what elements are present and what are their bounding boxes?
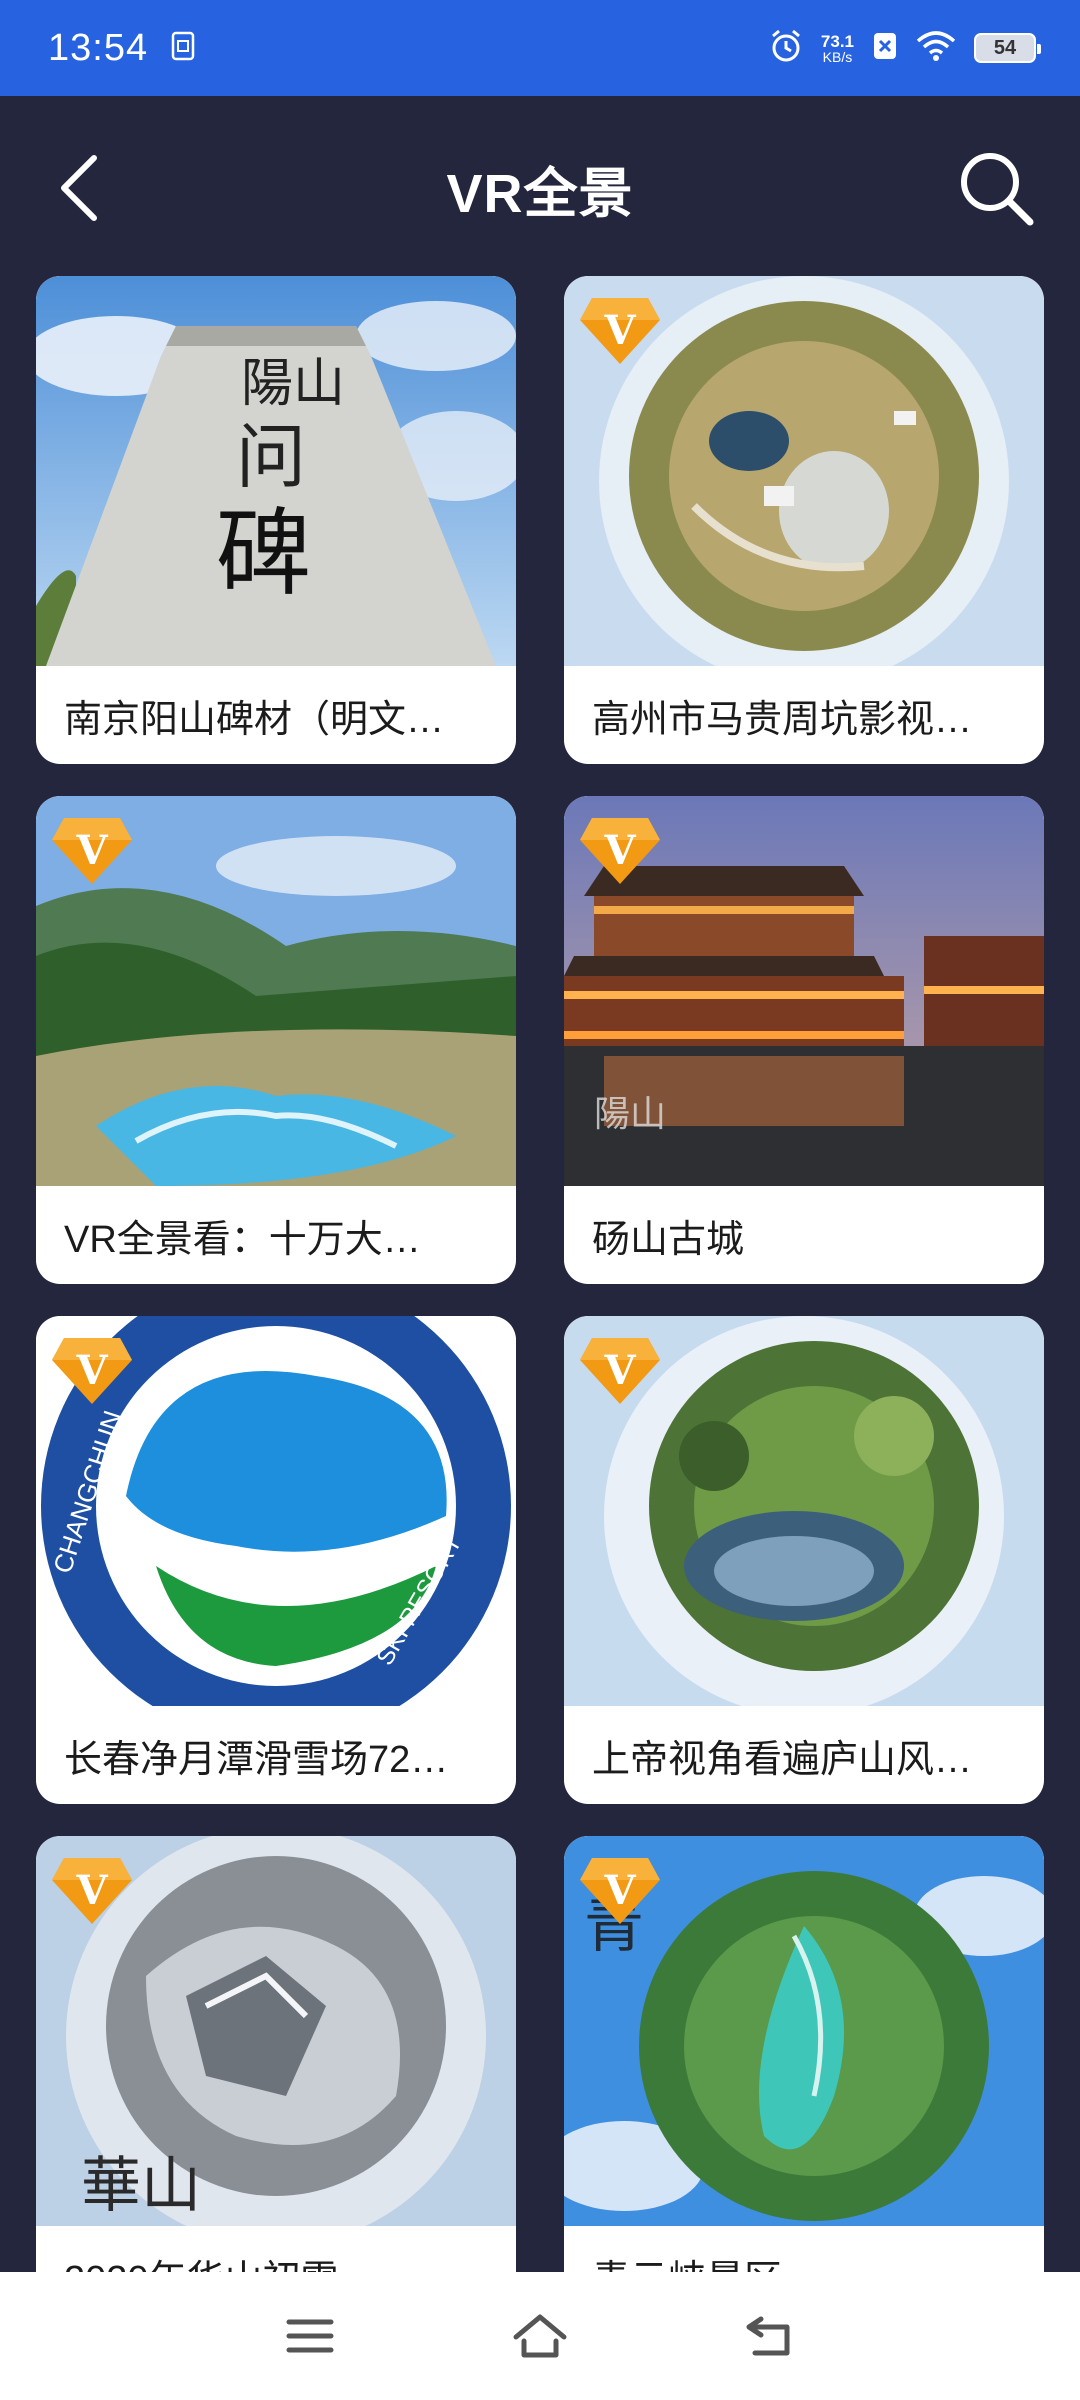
chevron-left-icon[interactable]	[52, 150, 112, 226]
card-thumbnail: 陽山 问 碑	[36, 276, 516, 666]
search-icon[interactable]	[956, 148, 1036, 228]
card-thumbnail: 陽山 V	[564, 796, 1044, 1186]
status-time: 13:54	[48, 26, 149, 69]
system-nav-bar	[0, 2272, 1080, 2400]
card-title: 高州市马贵周坑影视…	[592, 698, 973, 741]
card-thumbnail: V	[36, 796, 516, 1186]
vr-card[interactable]: V 高州市马贵周坑影视…	[564, 276, 1044, 764]
svg-text:陽山: 陽山	[594, 1094, 666, 1135]
vip-badge-icon: V	[578, 1852, 662, 1928]
card-thumbnail: 華山 V	[36, 1836, 516, 2226]
status-bar: 13:54 73.1 KB/s 54	[0, 0, 1080, 96]
svg-text:V: V	[603, 307, 636, 354]
vr-panorama-grid: 陽山 问 碑 南京阳山碑材（明文… V 高州市马贵周坑影视… V VR全景看：十…	[36, 276, 1044, 2324]
card-title: 砀山古城	[592, 1218, 745, 1261]
card-title: VR全景看：十万大…	[64, 1218, 421, 1261]
page-title: VR全景	[446, 163, 634, 224]
network-speed: 73.1 KB/s	[820, 31, 854, 65]
card-title: 上帝视角看遍庐山风…	[592, 1738, 973, 1781]
sim-card-icon	[170, 31, 196, 66]
home-icon[interactable]	[510, 2306, 570, 2366]
vip-badge-icon: V	[50, 812, 134, 888]
svg-text:V: V	[75, 827, 108, 874]
svg-text:V: V	[603, 827, 636, 874]
svg-text:碑: 碑	[216, 499, 311, 609]
battery-icon: 54	[974, 33, 1041, 63]
card-title: 南京阳山碑材（明文…	[64, 698, 445, 741]
header: VR全景	[0, 96, 1080, 280]
vr-card[interactable]: V VR全景看：十万大…	[36, 796, 516, 1284]
vr-card[interactable]: CHANGCHUN SKI RESORT V 长春净月潭滑雪场72…	[36, 1316, 516, 1804]
vip-badge-icon: V	[578, 812, 662, 888]
vr-card[interactable]: 華山 V 2020年华山初雪	[36, 1836, 516, 2324]
svg-text:问: 问	[236, 416, 306, 498]
svg-text:V: V	[75, 1347, 108, 1394]
wifi-icon	[916, 30, 956, 66]
menu-icon[interactable]	[280, 2306, 340, 2366]
card-thumbnail: 青 V	[564, 1836, 1044, 2226]
vr-card[interactable]: 陽山 问 碑 南京阳山碑材（明文…	[36, 276, 516, 764]
svg-text:華山: 華山	[81, 2151, 201, 2221]
vr-card[interactable]: 陽山 V 砀山古城	[564, 796, 1044, 1284]
card-thumbnail: V	[564, 276, 1044, 666]
card-thumbnail: CHANGCHUN SKI RESORT V	[36, 1316, 516, 1706]
no-signal-icon	[872, 31, 898, 66]
svg-text:V: V	[603, 1867, 636, 1914]
vip-badge-icon: V	[50, 1852, 134, 1928]
vip-badge-icon: V	[578, 1332, 662, 1408]
vr-card[interactable]: V 上帝视角看遍庐山风…	[564, 1316, 1044, 1804]
vip-badge-icon: V	[50, 1332, 134, 1408]
svg-text:V: V	[75, 1867, 108, 1914]
back-icon[interactable]	[740, 2306, 800, 2366]
vr-card[interactable]: 青 V 青云峡景区	[564, 1836, 1044, 2324]
svg-text:V: V	[603, 1347, 636, 1394]
card-thumbnail: V	[564, 1316, 1044, 1706]
card-title: 长春净月潭滑雪场72…	[64, 1738, 449, 1781]
svg-text:陽山: 陽山	[241, 354, 345, 414]
vip-badge-icon: V	[578, 292, 662, 368]
alarm-icon	[769, 29, 803, 68]
